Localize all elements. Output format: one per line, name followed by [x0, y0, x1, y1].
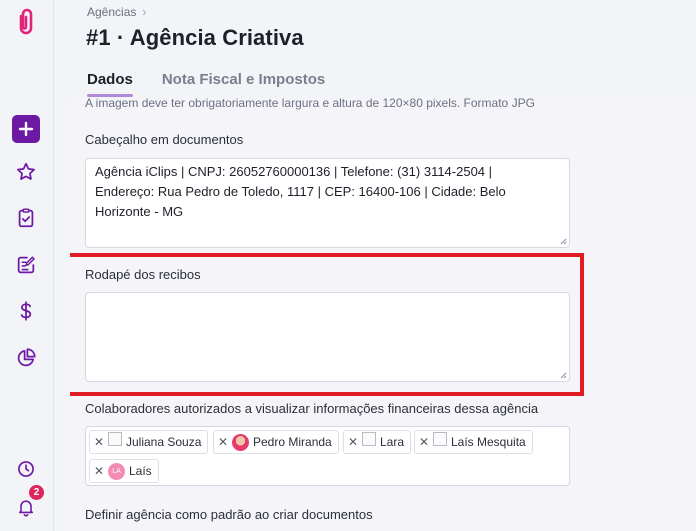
header-documents-label: Cabeçalho em documentos — [85, 132, 244, 147]
tab-dados[interactable]: Dados — [87, 71, 133, 97]
footer-receipts-label: Rodapé dos recibos — [85, 267, 201, 282]
collaborator-chip: ✕ Pedro Miranda — [213, 430, 339, 454]
dollar-icon — [20, 301, 32, 321]
image-helper-text: A imagem deve ter obrigatoriamente largu… — [85, 98, 535, 110]
header-documents-textarea[interactable]: Agência iClips | CNPJ: 26052760000136 | … — [85, 158, 570, 248]
remove-icon[interactable]: ✕ — [348, 435, 358, 449]
bell-icon — [18, 500, 34, 517]
breadcrumb-link-agencias[interactable]: Agências — [87, 5, 136, 19]
footer-receipts-textarea[interactable] — [85, 292, 570, 382]
tab-bar: Dados Nota Fiscal e Impostos — [87, 71, 325, 97]
broken-image-icon — [108, 432, 122, 446]
remove-icon[interactable]: ✕ — [94, 435, 104, 449]
edit-note-icon — [17, 256, 35, 274]
avatar — [232, 433, 249, 451]
collaborator-chip: ✕ Laís Mesquita — [414, 430, 533, 454]
avatar: LA — [108, 462, 125, 480]
history-button[interactable] — [12, 455, 40, 483]
clock-icon — [18, 461, 34, 477]
finance-button[interactable] — [12, 297, 40, 325]
header-line-3: Horizonte - MG — [95, 204, 184, 219]
header-line-2: Endereço: Rua Pedro de Toledo, 1117 | CE… — [95, 184, 506, 199]
collaborator-name: Laís — [129, 464, 152, 478]
remove-icon[interactable]: ✕ — [419, 435, 429, 449]
remove-icon[interactable]: ✕ — [218, 435, 228, 449]
collaborator-name: Juliana Souza — [126, 435, 202, 449]
collaborator-name: Pedro Miranda — [253, 435, 332, 449]
star-icon — [17, 162, 35, 180]
broken-image-icon — [362, 432, 376, 446]
sidebar: 2 — [0, 0, 54, 531]
notes-button[interactable] — [12, 251, 40, 279]
favorites-button[interactable] — [12, 158, 40, 186]
add-button[interactable] — [12, 115, 40, 143]
form-content: A imagem deve ter obrigatoriamente largu… — [70, 98, 696, 531]
header-line-1: Agência iClips | CNPJ: 26052760000136 | … — [95, 164, 493, 179]
clipboard-check-icon — [18, 208, 34, 228]
notification-count-badge: 2 — [29, 485, 44, 500]
collaborators-multiselect[interactable]: ✕ Juliana Souza ✕ Pedro Miranda ✕ Lara ✕… — [85, 426, 570, 486]
tasks-button[interactable] — [12, 204, 40, 232]
pie-chart-icon — [17, 348, 36, 367]
collaborator-chip: ✕ LA Laís — [89, 459, 159, 483]
collaborator-name: Lara — [380, 435, 405, 449]
resize-handle-icon[interactable] — [559, 237, 567, 245]
collaborator-chip: ✕ Lara — [343, 430, 412, 454]
logo-icon[interactable] — [12, 8, 40, 36]
tab-nota-fiscal[interactable]: Nota Fiscal e Impostos — [162, 71, 325, 94]
page-title: #1 · Agência Criativa — [86, 25, 304, 50]
plus-icon — [18, 121, 34, 137]
default-agency-label: Definir agência como padrão ao criar doc… — [85, 507, 373, 522]
chevron-right-icon: › — [142, 5, 147, 19]
collaborator-chip: ✕ Juliana Souza — [89, 430, 209, 454]
notifications-button[interactable]: 2 — [12, 485, 44, 521]
resize-handle-icon[interactable] — [559, 371, 567, 379]
collaborator-name: Laís Mesquita — [451, 435, 526, 449]
breadcrumb: Agências › — [87, 5, 146, 19]
broken-image-icon — [433, 432, 447, 446]
collaborators-label: Colaboradores autorizados a visualizar i… — [85, 401, 539, 416]
reports-button[interactable] — [12, 344, 40, 372]
remove-icon[interactable]: ✕ — [94, 464, 104, 478]
